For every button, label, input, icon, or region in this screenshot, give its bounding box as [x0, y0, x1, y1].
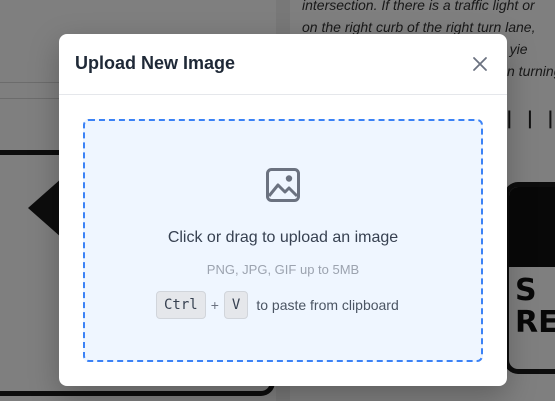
paste-hint-text: to paste from clipboard [256, 297, 399, 313]
close-button[interactable] [471, 55, 489, 73]
upload-dropzone[interactable]: Click or drag to upload an image PNG, JP… [83, 119, 483, 362]
upload-instruction: Click or drag to upload an image [167, 229, 399, 246]
paste-hint: Ctrl + V to paste from clipboard [156, 291, 399, 319]
file-types-hint: PNG, JPG, GIF up to 5MB [206, 262, 360, 277]
upload-modal: Upload New Image Click or drag to upload… [59, 34, 507, 386]
modal-header: Upload New Image [59, 34, 507, 95]
close-icon [473, 57, 487, 71]
image-icon [266, 168, 300, 202]
v-key: V [223, 291, 249, 319]
plus-sign: + [210, 297, 219, 313]
ctrl-key: Ctrl [156, 291, 206, 319]
modal-title: Upload New Image [75, 53, 236, 73]
